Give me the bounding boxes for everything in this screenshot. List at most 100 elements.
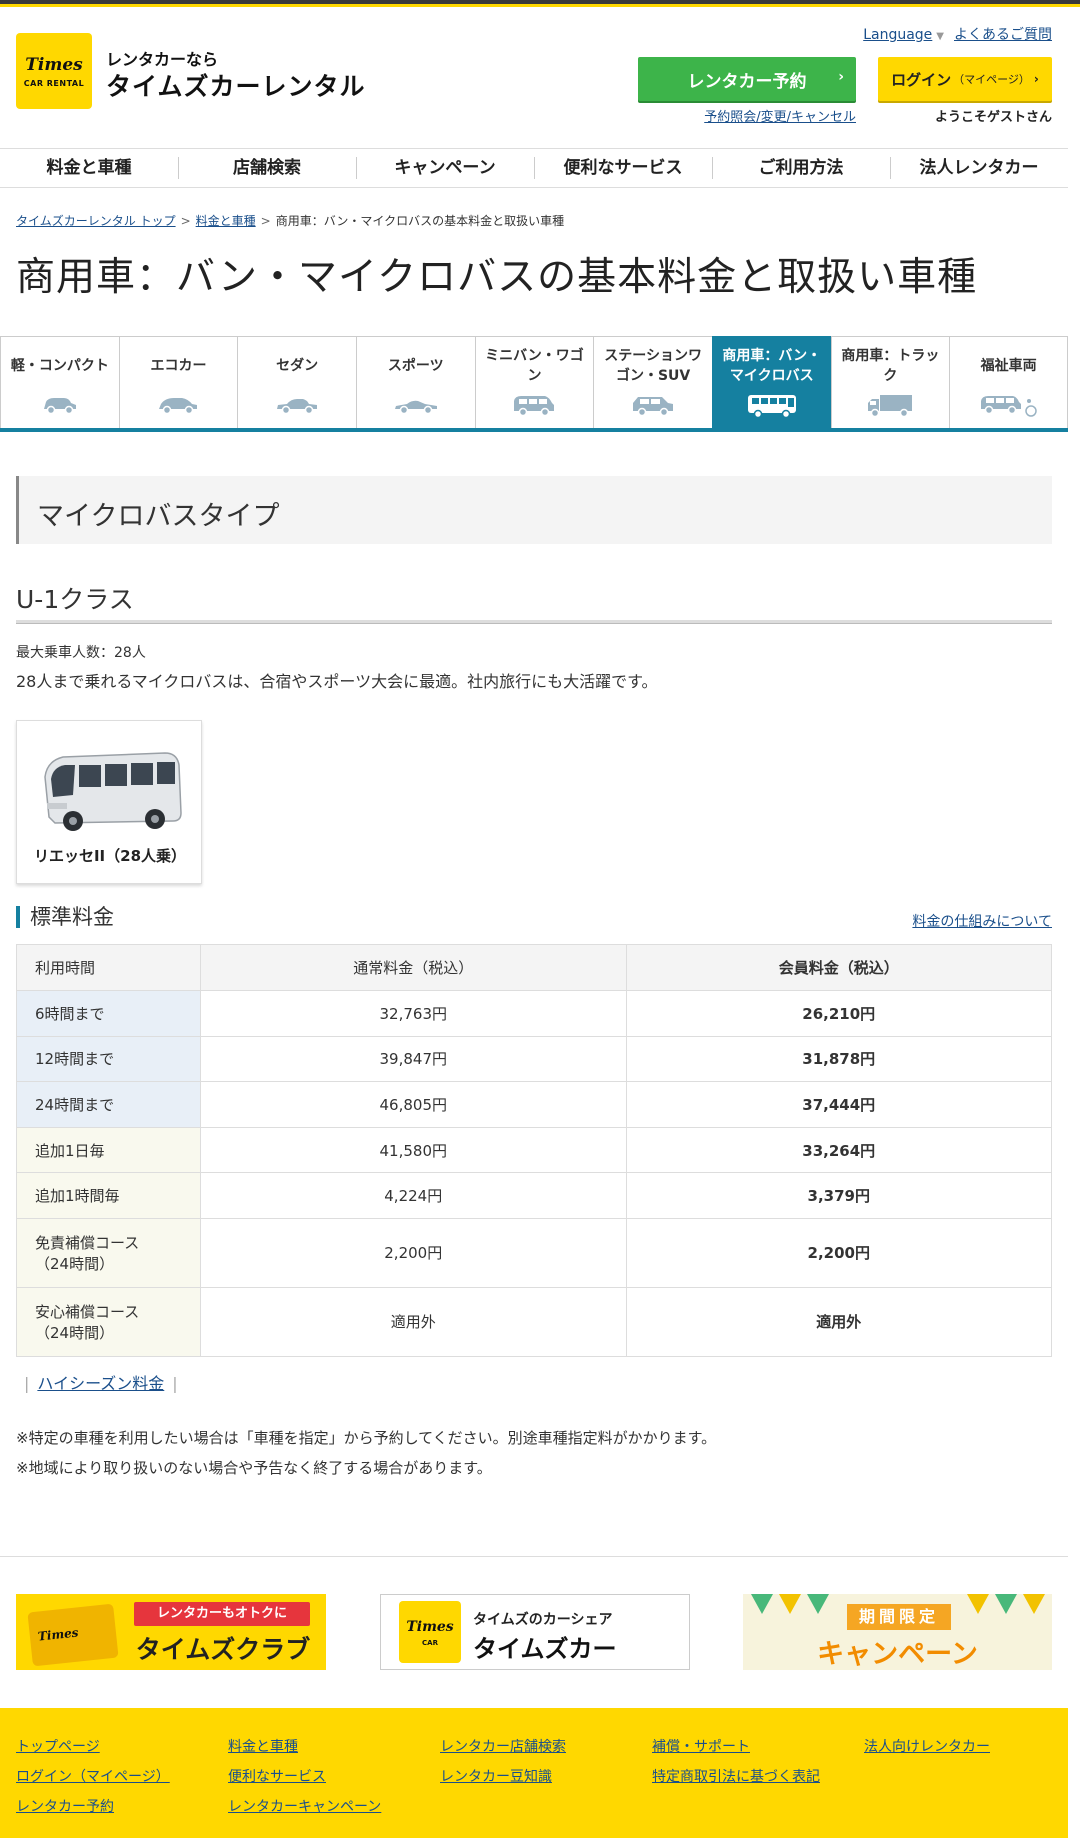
gnav-item-pricing[interactable]: 料金と車種 [0,149,178,187]
breadcrumb-separator: > [180,214,191,228]
bunting-flag [779,1594,801,1614]
times-car-share-banner[interactable]: Times CAR タイムズのカーシェア タイムズカー [380,1594,690,1670]
tab-welfare[interactable]: 福祉車両 [949,336,1068,428]
footer-link-pricing[interactable]: 料金と車種 [228,1736,381,1766]
tab-label: 商用車：バン・マイクロバス [722,348,822,384]
footer-link-store-search[interactable]: レンタカー店舗検索 [440,1736,566,1766]
brand-name[interactable]: タイムズカーレンタル [106,67,366,103]
note-region: ※地域により取り扱いのない場合や予告なく終了する場合があります。 [16,1459,492,1477]
breadcrumb-separator: > [260,214,271,228]
share-logo-text: Times [406,1619,454,1635]
tab-compact[interactable]: 軽・コンパクト [0,336,119,428]
times-logo[interactable]: Times CAR RENTAL [16,33,92,109]
club-card-image: Times [27,1603,119,1667]
reserve-button[interactable]: レンタカー予約 › [638,57,856,101]
logo-sub-text: CAR RENTAL [23,79,85,88]
header-member-rate: 会員料金（税込） [625,944,1052,991]
footer-link-campaign[interactable]: レンタカーキャンペーン [228,1796,381,1826]
breadcrumb: タイムズカーレンタル トップ > 料金と車種 > 商用車：バン・マイクロバスの基本料金と… [16,212,564,229]
rate-normal: 2,200円 [200,1217,627,1288]
footer-link-top[interactable]: トップページ [16,1736,170,1766]
campaign-banner-title: キャンペーン [817,1639,978,1670]
footer-link-support[interactable]: 補償・サポート [652,1736,820,1766]
gnav-item-corporate[interactable]: 法人レンタカー [890,149,1068,187]
tab-minivan[interactable]: ミニバン・ワゴン [474,336,594,428]
table-row: 追加1日毎 41,580円 33,264円 [16,1126,1052,1174]
gnav-item-campaign[interactable]: キャンペーン [356,149,534,187]
high-season-link[interactable]: ハイシーズン料金 [37,1374,164,1393]
chevron-right-icon: › [838,69,844,85]
footer-col-2: 料金と車種 便利なサービス レンタカーキャンペーン [228,1736,381,1826]
bunting-flag [967,1594,989,1614]
rate-member: 適用外 [625,1286,1052,1357]
chevron-right-icon: › [1033,72,1039,86]
logo-text: Times [25,55,83,75]
footer-link-legal[interactable]: 特定商取引法に基づく表記 [652,1766,820,1796]
footer-link-tips[interactable]: レンタカー豆知識 [440,1766,566,1796]
rate-normal: 39,847円 [200,1035,627,1083]
footer-col-1: トップページ ログイン（マイページ） レンタカー予約 [16,1736,170,1826]
rate-time-line2: （24時間） [35,1323,115,1342]
language-link[interactable]: Language [863,27,932,43]
login-button-label: ログイン [891,70,952,89]
share-logo-sub: CAR [422,1639,438,1647]
login-button[interactable]: ログイン （マイページ） › [878,57,1052,101]
footer: トップページ ログイン（マイページ） レンタカー予約 料金と車種 便利なサービス… [0,1708,1068,1838]
rate-time-line1: 免責補償コース [35,1233,140,1252]
table-row: 6時間まで 32,763円 26,210円 [16,990,1052,1037]
bunting-flag [995,1594,1017,1614]
rate-member: 3,379円 [625,1172,1052,1219]
high-season-links: | ハイシーズン料金 | [16,1370,186,1394]
top-accent-bar [0,0,1080,7]
times-club-banner[interactable]: Times レンタカーもオトクに タイムズクラブ [16,1594,326,1670]
rate-member: 33,264円 [625,1126,1052,1174]
footer-col-3: レンタカー店舗検索 レンタカー豆知識 [440,1736,566,1796]
campaign-banner[interactable]: 期間限定 キャンペーン [743,1594,1052,1670]
tab-sports[interactable]: スポーツ [355,336,475,428]
note-car-specify: ※特定の車種を利用したい場合は「車種を指定」から予約してください。別途車種指定料… [16,1429,717,1447]
rate-time: 免責補償コース （24時間） [16,1217,201,1288]
faq-link[interactable]: よくあるご質問 [954,27,1052,43]
compact-car-icon [43,398,76,415]
tab-truck[interactable]: 商用車：トラック [830,336,950,428]
rate-title: 標準料金 [16,906,114,928]
footer-col-5: 法人向けレンタカー [864,1736,990,1766]
gnav-item-store-search[interactable]: 店舗検索 [178,149,356,187]
breadcrumb-current: 商用車：バン・マイクロバスの基本料金と取扱い車種 [275,214,565,228]
tab-microbus[interactable]: 商用車：バン・マイクロバス [711,336,831,428]
tab-label: 商用車：トラック [841,348,940,384]
pricing-structure-link[interactable]: 料金の仕組みについて [912,911,1052,931]
footer-link-reserve[interactable]: レンタカー予約 [16,1796,170,1826]
breadcrumb-home[interactable]: タイムズカーレンタル トップ [16,214,176,228]
tab-label: セダン [276,358,319,374]
rate-normal: 41,580円 [200,1126,627,1174]
welcome-text: ようこそゲストさん [934,110,1052,125]
breadcrumb-pricing[interactable]: 料金と車種 [196,214,256,228]
footer-link-services[interactable]: 便利なサービス [228,1766,381,1796]
tab-sedan[interactable]: セダン [237,336,356,428]
category-tabs: 軽・コンパクト エコカー セダン スポーツ ミニバン・ワゴン ステーションワゴン… [0,336,1068,432]
microbus-photo [44,752,182,831]
tab-station-wagon-suv[interactable]: ステーションワゴン・SUV [593,336,712,428]
reservation-manage-link[interactable]: 予約照会/変更/キャンセル [638,106,856,125]
rate-time: 6時間まで [16,990,201,1037]
caret-down-icon: ▼ [936,31,944,42]
footer-link-login[interactable]: ログイン（マイページ） [16,1766,170,1796]
rate-time-line1: 安心補償コース [35,1302,140,1321]
class-title: U-1クラス [16,585,134,614]
suv-icon [633,397,674,417]
welfare-vehicle-icon [980,396,1037,417]
footer-divider [0,1556,1068,1557]
rate-time: 追加1時間毎 [16,1172,201,1219]
gnav-item-services[interactable]: 便利なサービス [534,149,712,187]
table-row: 12時間まで 39,847円 31,878円 [16,1035,1052,1083]
truck-icon [868,395,913,418]
car-card[interactable]: リエッセII（28人乗） [16,720,202,884]
tab-eco-car[interactable]: エコカー [118,336,238,428]
rate-normal: 46,805円 [200,1081,627,1128]
gnav-item-how-to-use[interactable]: ご利用方法 [712,149,890,187]
tab-label: ミニバン・ワゴン [485,348,584,384]
footer-link-corporate[interactable]: 法人向けレンタカー [864,1736,990,1766]
eco-car-icon [159,398,198,415]
bunting-flag [1023,1594,1045,1614]
